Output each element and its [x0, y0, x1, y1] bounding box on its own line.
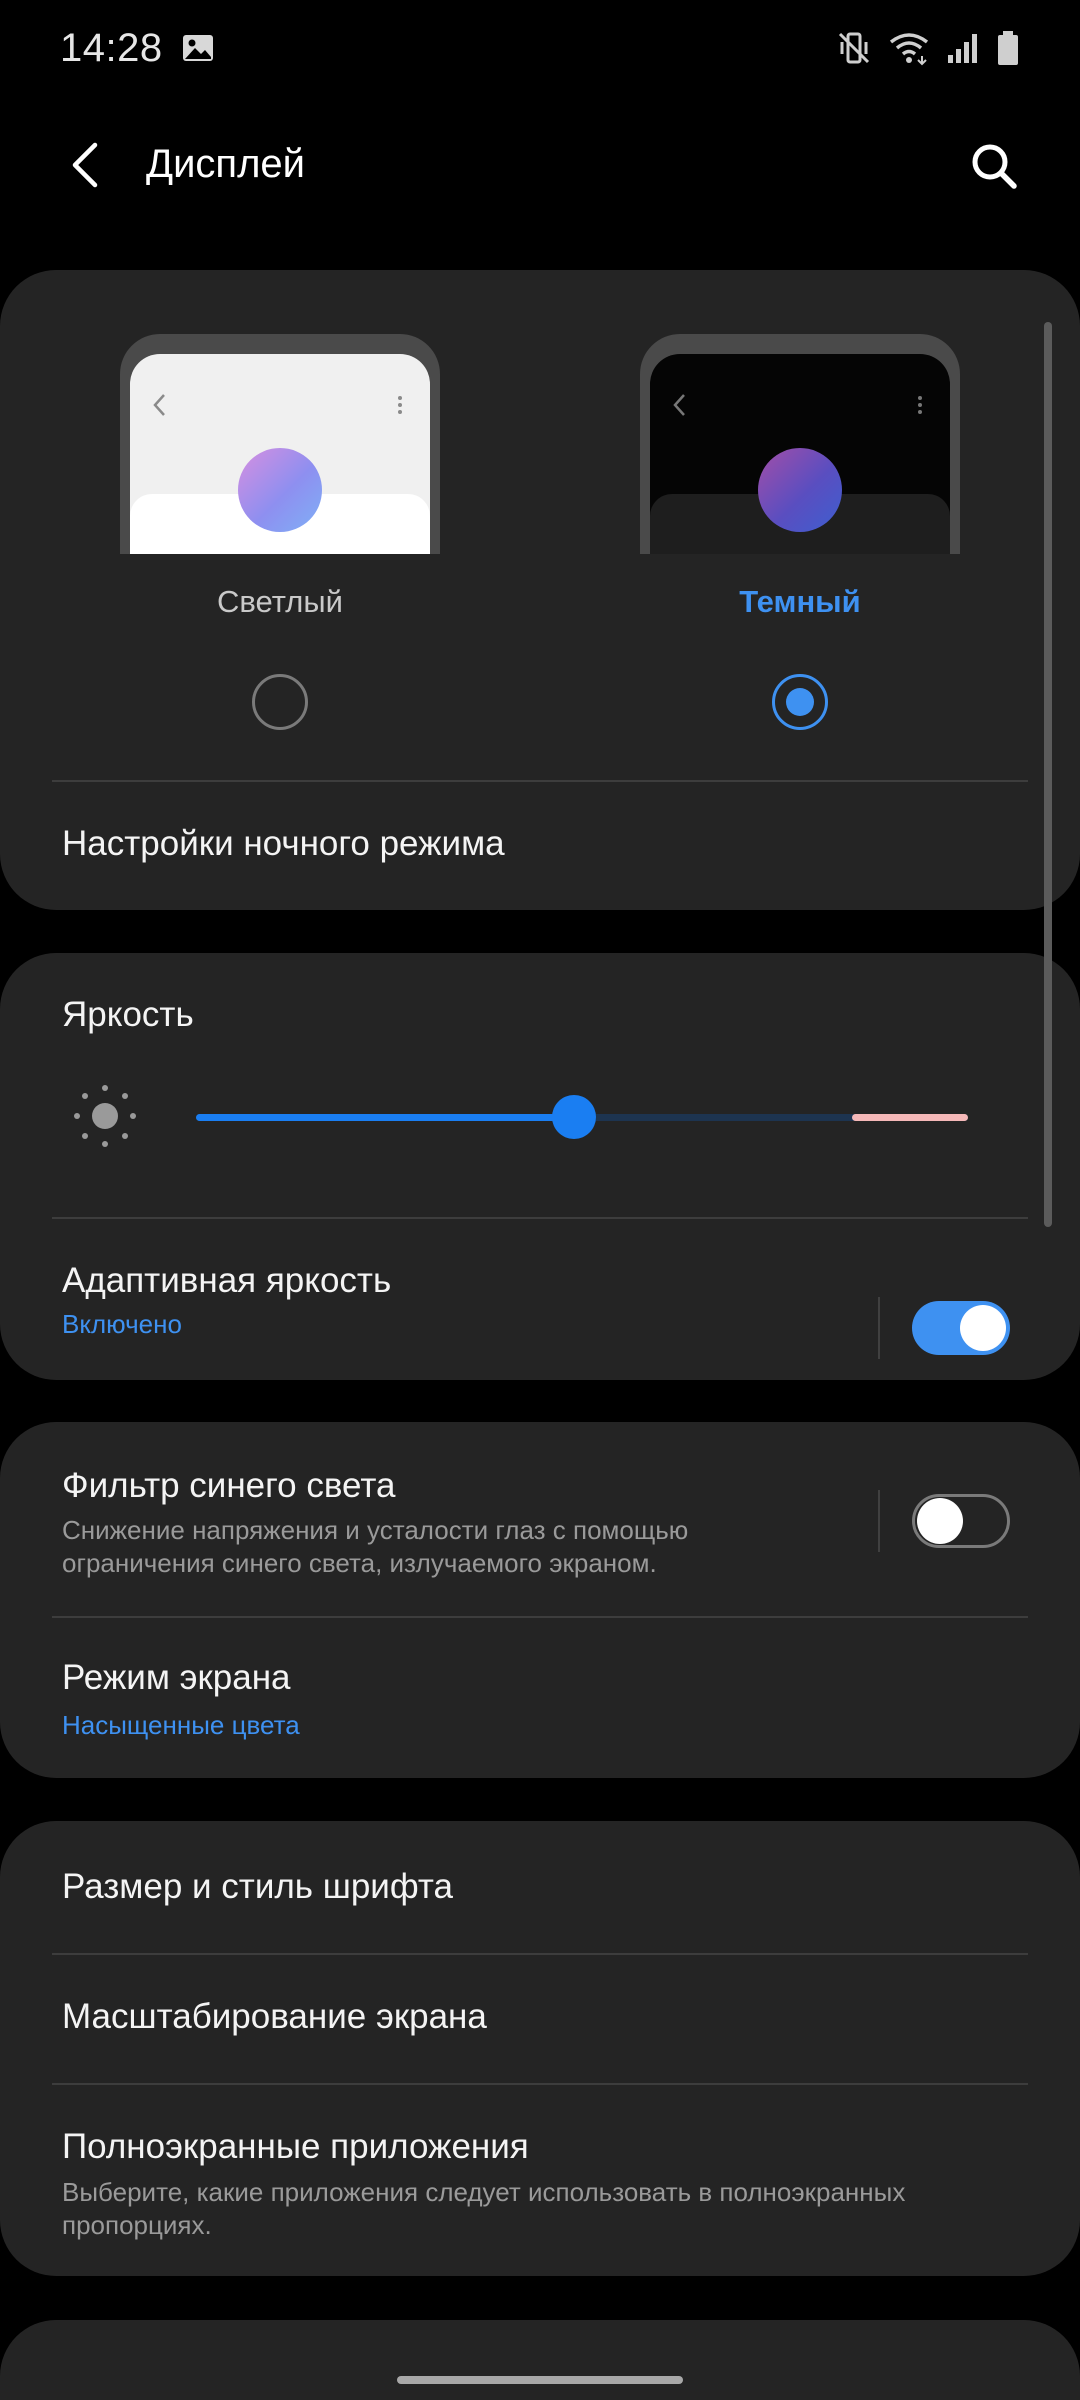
toggle-separator	[878, 1490, 880, 1552]
fullscreen-apps-title[interactable]: Полноэкранные приложения	[62, 2127, 529, 2167]
light-theme-radio[interactable]	[252, 674, 308, 730]
display-settings-screen: 14:28 Дисплей Светлый Темный Настройки н…	[0, 0, 1080, 2400]
light-theme-label: Светлый	[217, 584, 343, 619]
divider	[52, 1953, 1028, 1955]
page-title: Дисплей	[146, 142, 306, 186]
toggle-knob	[917, 1498, 963, 1544]
brightness-fill	[196, 1114, 575, 1121]
adaptive-brightness-status: Включено	[62, 1309, 182, 1339]
screen-zoom[interactable]: Масштабирование экрана	[62, 1997, 487, 2037]
blue-light-filter-title[interactable]: Фильтр синего света	[62, 1466, 395, 1506]
fullscreen-apps-description-2: пропорциях.	[62, 2210, 212, 2240]
dark-theme-radio[interactable]	[772, 674, 828, 730]
preview-menu-icon	[918, 396, 922, 414]
brightness-sun-icon	[72, 1083, 138, 1154]
divider	[52, 1616, 1028, 1618]
dark-theme-label: Темный	[739, 584, 861, 619]
theme-card: Светлый Темный Настройки ночного режима	[0, 270, 1080, 910]
night-mode-settings[interactable]: Настройки ночного режима	[62, 824, 505, 864]
divider	[52, 1217, 1028, 1219]
preview-back-icon	[153, 394, 165, 416]
wifi-icon	[888, 30, 930, 66]
battery-icon	[996, 30, 1020, 66]
blue-light-filter-toggle[interactable]	[912, 1494, 1010, 1548]
toggle-knob	[960, 1305, 1006, 1351]
brightness-thumb[interactable]	[552, 1095, 597, 1139]
screen-mode-title[interactable]: Режим экрана	[62, 1658, 291, 1698]
gallery-icon	[181, 31, 215, 65]
blue-light-filter-description-1: Снижение напряжения и усталости глаз с п…	[62, 1515, 689, 1545]
divider	[52, 780, 1028, 782]
font-size-style[interactable]: Размер и стиль шрифта	[62, 1867, 453, 1907]
preview-avatar	[238, 448, 322, 532]
scrollbar[interactable]	[1044, 322, 1052, 1227]
brightness-title: Яркость	[62, 995, 194, 1034]
next-card-partial	[0, 2320, 1080, 2400]
brightness-high-zone	[852, 1114, 968, 1121]
dark-theme-preview	[640, 334, 960, 554]
divider	[52, 2083, 1028, 2085]
fullscreen-apps-description-1: Выберите, какие приложения следует испол…	[62, 2177, 906, 2207]
brightness-card: Яркость Адаптивная яркость Включено	[0, 953, 1080, 1380]
light-theme-preview	[120, 334, 440, 554]
adaptive-brightness-toggle[interactable]	[912, 1301, 1010, 1355]
font-card: Размер и стиль шрифта Масштабирование эк…	[0, 1821, 1080, 2276]
app-bar: Дисплей	[0, 120, 1080, 210]
adaptive-brightness-title[interactable]: Адаптивная яркость	[62, 1261, 391, 1301]
search-icon	[972, 144, 1017, 189]
search-button[interactable]	[966, 138, 1022, 194]
preview-avatar	[758, 448, 842, 532]
brightness-slider[interactable]	[196, 1095, 968, 1139]
color-card: Фильтр синего света Снижение напряжения …	[0, 1422, 1080, 1778]
status-bar: 14:28	[0, 0, 1080, 96]
navigation-handle[interactable]	[397, 2376, 683, 2384]
back-button[interactable]	[60, 140, 110, 190]
preview-back-icon	[673, 394, 685, 416]
status-time: 14:28	[60, 25, 163, 70]
toggle-separator	[878, 1297, 880, 1359]
preview-menu-icon	[398, 396, 402, 414]
screen-mode-value: Насыщенные цвета	[62, 1710, 300, 1740]
back-arrow-icon	[72, 142, 98, 188]
signal-icon	[946, 31, 980, 65]
mute-icon	[836, 30, 872, 66]
blue-light-filter-description-2: ограничения синего света, излучаемого эк…	[62, 1548, 657, 1578]
